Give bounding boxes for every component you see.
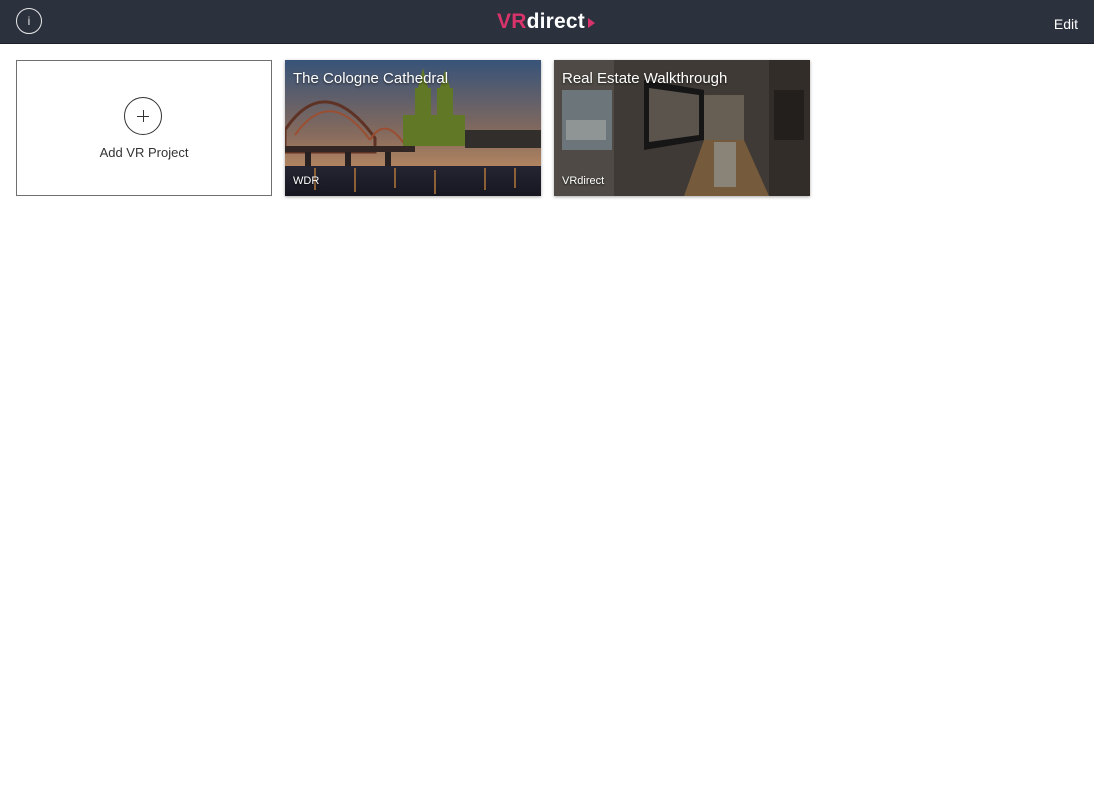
- project-card-real-estate-walkthrough[interactable]: Real Estate Walkthrough VRdirect: [554, 60, 810, 196]
- top-bar: i VR direct Edit: [0, 0, 1094, 44]
- vrdirect-logo: VR direct: [497, 9, 595, 35]
- add-vr-project-label: Add VR Project: [99, 145, 189, 160]
- project-card-cologne-cathedral[interactable]: The Cologne Cathedral WDR: [285, 60, 541, 196]
- project-author: WDR: [293, 175, 320, 187]
- play-triangle-icon: [587, 18, 595, 28]
- project-title: Real Estate Walkthrough: [562, 70, 728, 87]
- project-title: The Cologne Cathedral: [293, 70, 449, 87]
- add-vr-project-card[interactable]: Add VR Project: [16, 60, 272, 196]
- logo-direct-text: direct: [526, 10, 585, 33]
- edit-button[interactable]: Edit: [1054, 16, 1078, 32]
- logo-vr-text: VR: [497, 10, 527, 33]
- plus-icon: [124, 97, 162, 135]
- project-author: VRdirect: [562, 175, 605, 187]
- info-icon[interactable]: i: [16, 8, 42, 34]
